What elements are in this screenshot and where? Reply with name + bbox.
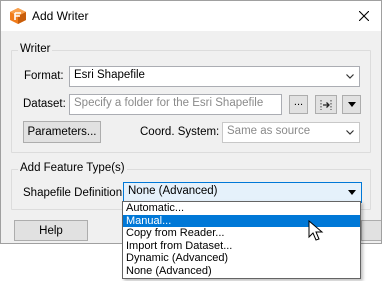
dropdown-option-import-from-dataset[interactable]: Import from Dataset... (123, 240, 360, 253)
chevron-down-icon (346, 130, 354, 135)
caret-down-icon (347, 102, 356, 107)
format-combobox[interactable]: Esri Shapefile (69, 66, 360, 87)
coord-system-combobox[interactable]: Same as source (222, 122, 360, 143)
dropdown-option-automatic[interactable]: Automatic... (123, 202, 360, 215)
coord-system-value: Same as source (227, 125, 311, 137)
window-title: Add Writer (32, 9, 89, 23)
dropdown-option-copy-from-reader[interactable]: Copy from Reader... (123, 227, 360, 240)
dropdown-option-manual[interactable]: Manual... (123, 214, 360, 228)
format-label: Format: (24, 70, 64, 82)
close-button[interactable] (347, 1, 381, 31)
format-value: Esri Shapefile (74, 69, 145, 81)
ok-button-partial[interactable] (361, 220, 381, 241)
dataset-input[interactable]: Specify a folder for the Esri Shapefile (69, 94, 282, 115)
shapefile-definition-label: Shapefile Definition: (23, 187, 126, 199)
chevron-down-icon (346, 74, 354, 79)
mouse-pointer-icon (308, 220, 324, 241)
parameters-button[interactable]: Parameters... (23, 121, 101, 143)
caret-down-icon (348, 190, 356, 195)
shapefile-definition-value: None (Advanced) (128, 185, 218, 197)
import-icon (320, 99, 332, 110)
writer-group-title: Writer (18, 43, 53, 55)
help-button[interactable]: Help (14, 220, 88, 241)
shapefile-definition-dropdown: Automatic... Manual... Copy from Reader.… (122, 201, 361, 279)
dataset-tool-button[interactable] (315, 95, 337, 114)
dataset-label: Dataset: (23, 98, 66, 110)
fme-app-icon (9, 7, 27, 25)
coord-system-label: Coord. System: (140, 126, 220, 138)
shapefile-definition-combobox[interactable]: None (Advanced) (123, 182, 362, 203)
dropdown-option-dynamic[interactable]: Dynamic (Advanced) (123, 252, 360, 265)
dataset-dropdown-button[interactable] (342, 95, 361, 114)
browse-button[interactable]: ... (289, 95, 308, 114)
dropdown-option-none[interactable]: None (Advanced) (123, 265, 360, 278)
title-bar[interactable]: Add Writer (1, 1, 381, 31)
dataset-placeholder: Specify a folder for the Esri Shapefile (74, 97, 264, 109)
close-icon (359, 11, 369, 21)
feature-types-group-title: Add Feature Type(s) (18, 162, 127, 174)
